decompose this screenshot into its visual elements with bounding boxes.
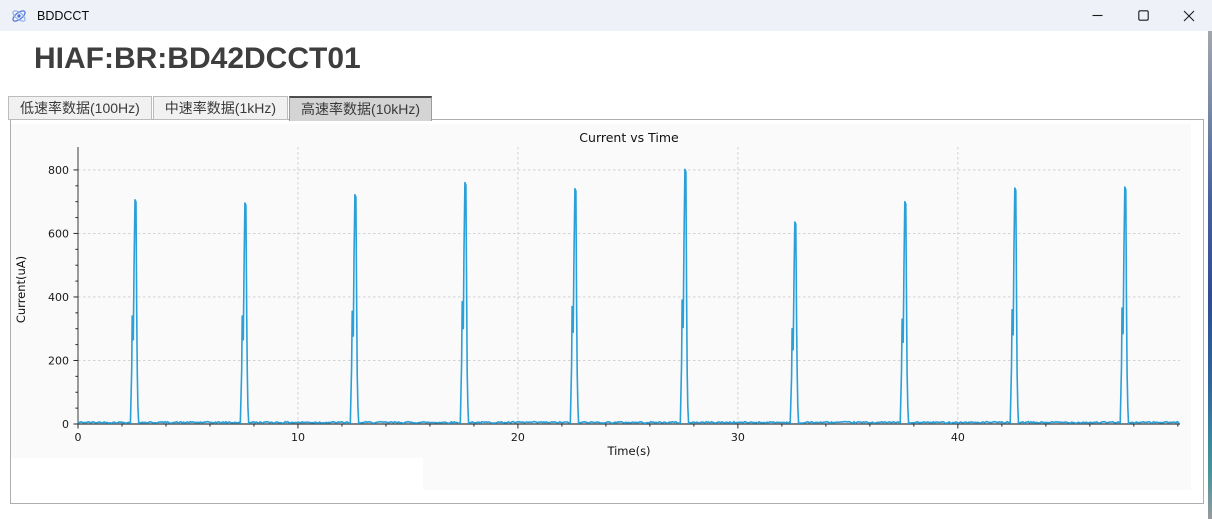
y-tick-label: 800 <box>48 164 69 177</box>
tab-mid-speed-1khz[interactable]: 中速率数据(1kHz) <box>153 96 288 120</box>
chart-title: Current vs Time <box>579 130 679 145</box>
tab-high-speed-10khz[interactable]: 高速率数据(10kHz) <box>289 96 432 121</box>
window-title: BDDCCT <box>37 9 89 23</box>
ticks <box>74 170 1178 429</box>
y-axis-label: Current(uA) <box>14 256 28 323</box>
tab-low-speed-100hz[interactable]: 低速率数据(100Hz) <box>8 96 152 120</box>
x-tick-label: 20 <box>511 431 525 444</box>
window-controls <box>1074 0 1212 31</box>
x-tick-label: 0 <box>75 431 82 444</box>
maximize-icon <box>1138 10 1149 21</box>
y-tick-label: 200 <box>48 354 69 367</box>
blank-panel <box>11 458 423 503</box>
desktop-edge-strip <box>1208 31 1212 519</box>
title-bar: BDDCCT <box>0 0 1212 31</box>
y-tick-label: 0 <box>62 418 69 431</box>
series-line <box>78 169 1179 423</box>
x-axis-label: Time(s) <box>606 444 650 458</box>
figure-canvas: 0102030400200400600800Current vs TimeTim… <box>11 124 1191 490</box>
maximize-button[interactable] <box>1120 0 1166 31</box>
tab-bar: 低速率数据(100Hz) 中速率数据(1kHz) 高速率数据(10kHz) <box>8 94 433 120</box>
minimize-icon <box>1092 10 1103 21</box>
current-vs-time-chart: 0102030400200400600800Current vs TimeTim… <box>11 124 1191 490</box>
y-tick-label: 600 <box>48 227 69 240</box>
tab-pane: 0102030400200400600800Current vs TimeTim… <box>10 119 1204 504</box>
atom-icon <box>10 7 28 25</box>
x-tick-label: 10 <box>291 431 305 444</box>
minimize-button[interactable] <box>1074 0 1120 31</box>
page-title: HIAF:BR:BD42DCCT01 <box>34 42 361 76</box>
close-icon <box>1183 10 1195 22</box>
y-tick-label: 400 <box>48 291 69 304</box>
x-tick-label: 40 <box>951 431 965 444</box>
x-tick-label: 30 <box>731 431 745 444</box>
close-button[interactable] <box>1166 0 1212 31</box>
